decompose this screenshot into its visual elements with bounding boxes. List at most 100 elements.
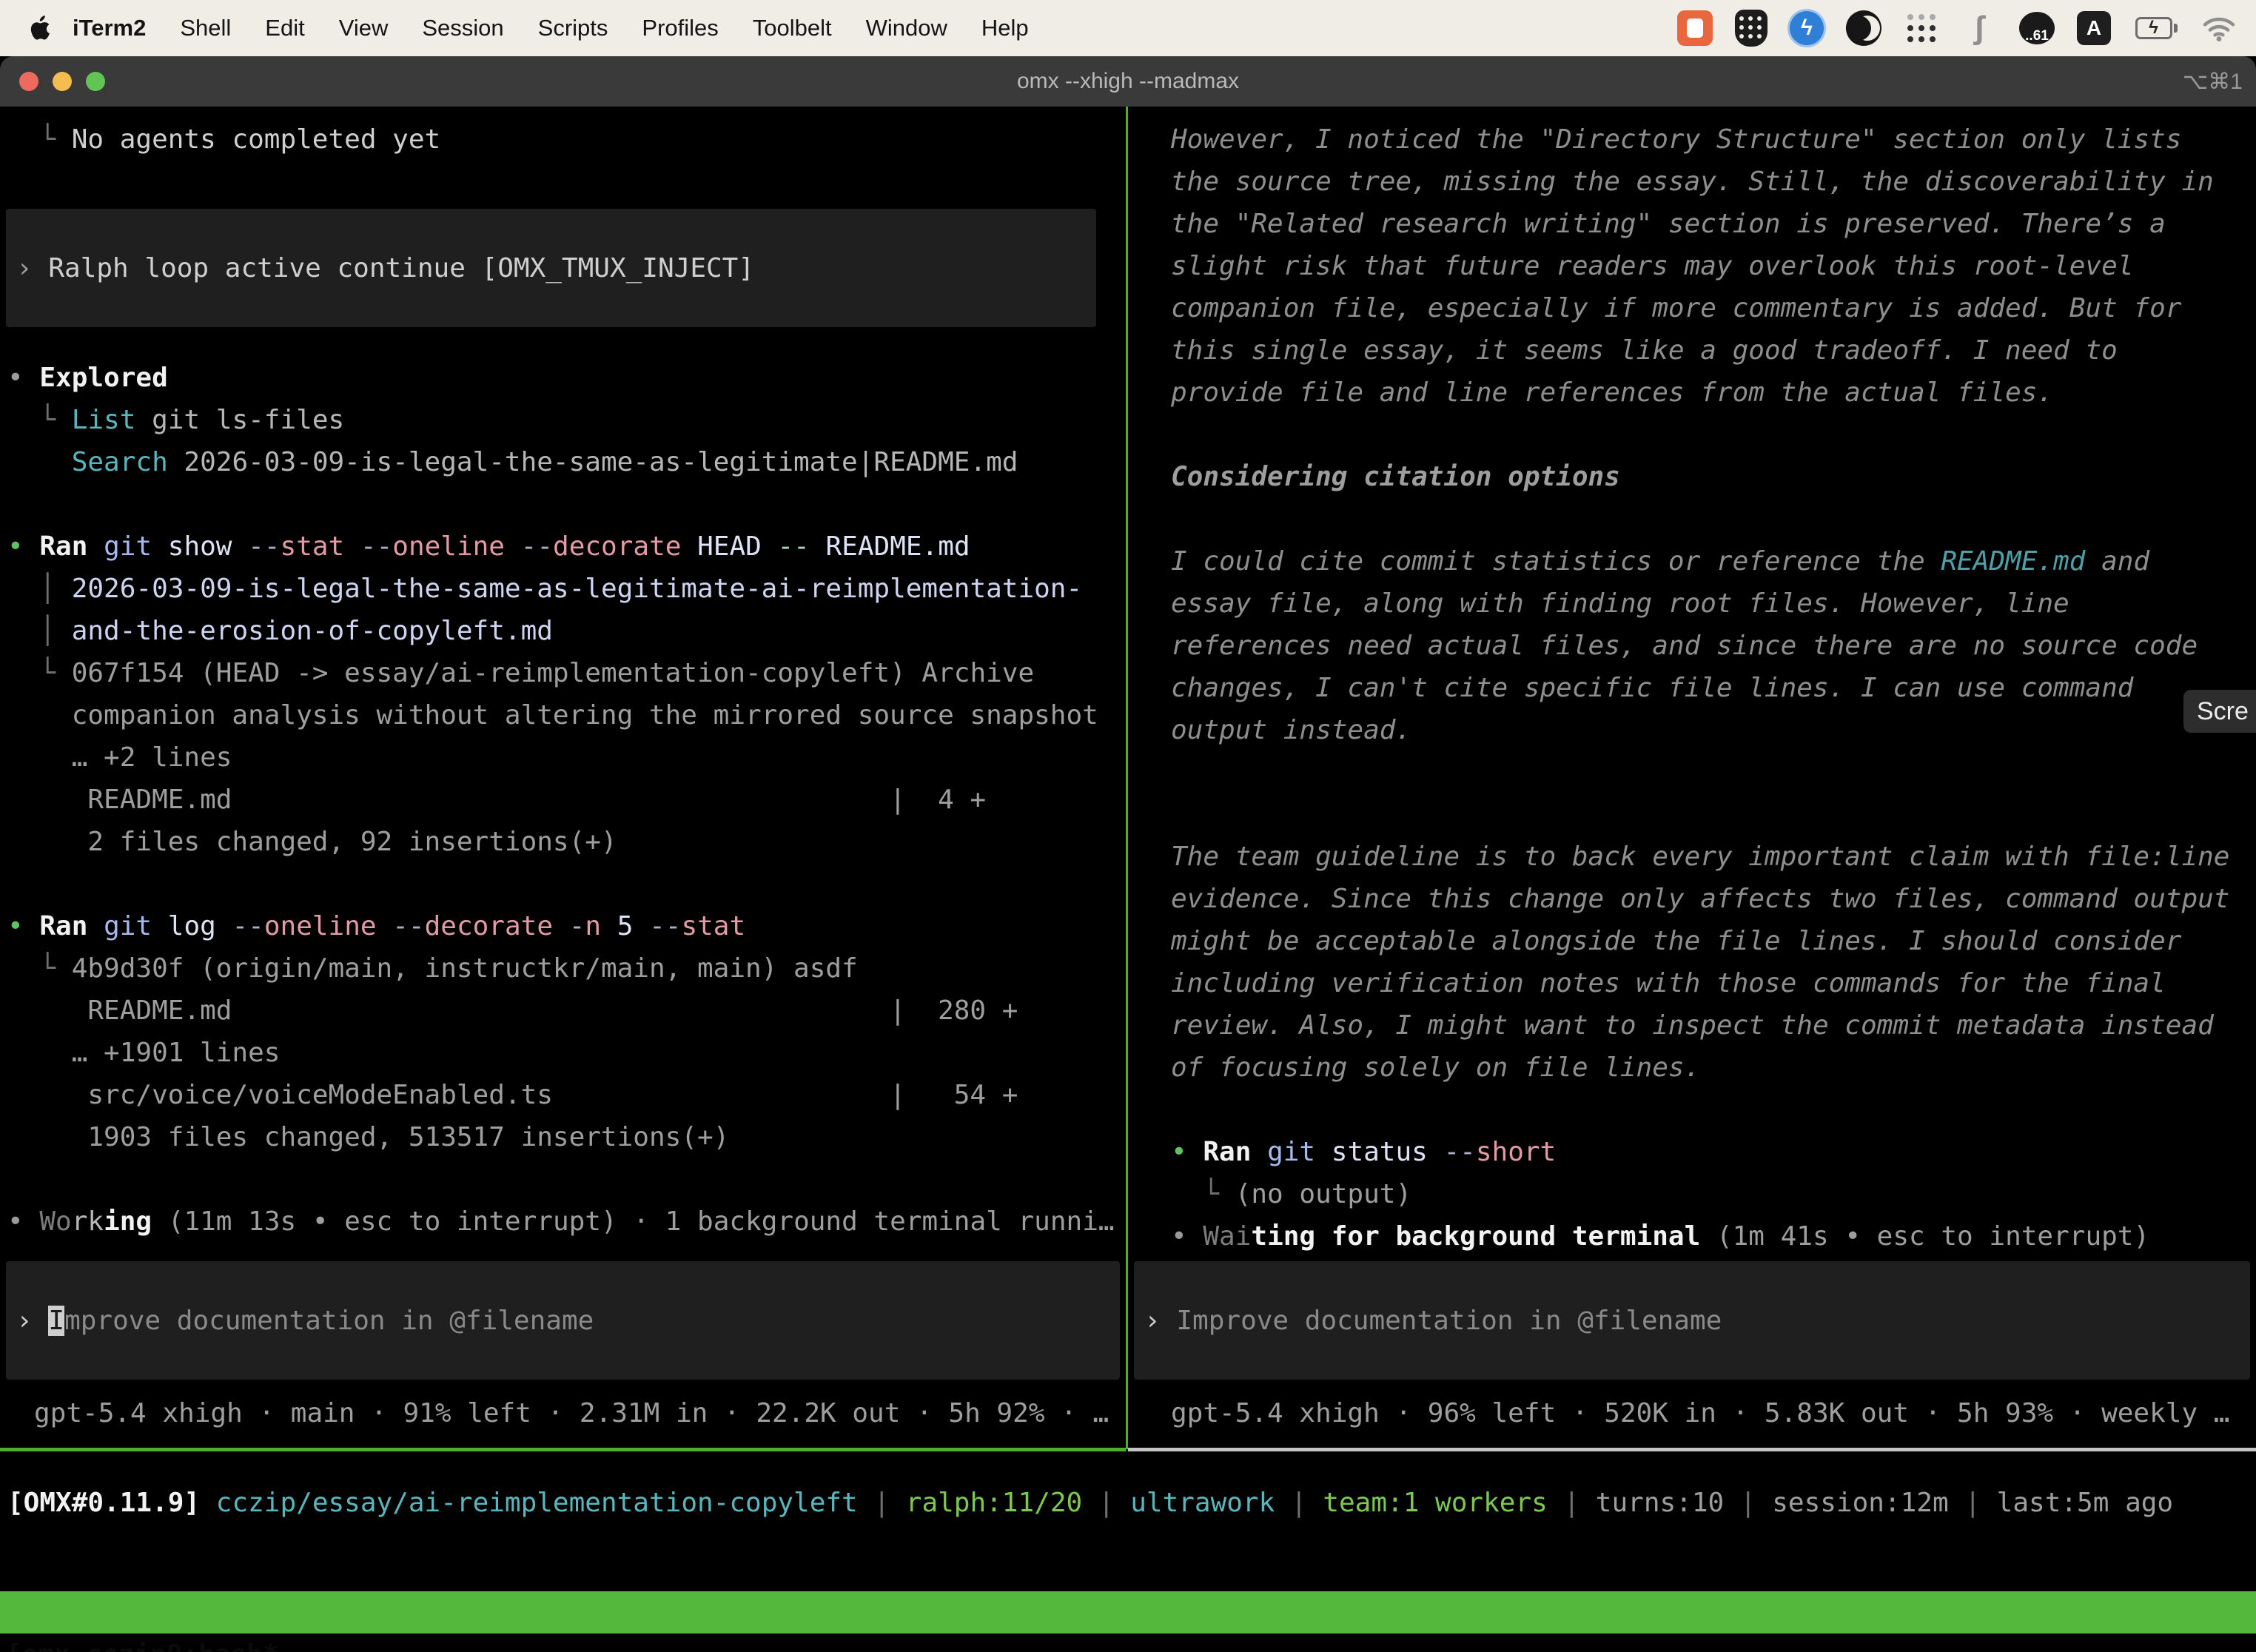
apple-menu-icon[interactable]	[30, 16, 50, 41]
text-segment: |	[858, 1488, 906, 1518]
terminal-line	[1171, 414, 2256, 456]
terminal-line: essay file, along with finding root file…	[1171, 582, 2256, 625]
text-segment: essay file, along with finding root file…	[1171, 588, 2069, 619]
terminal-line: Considering citation options	[1171, 456, 2256, 498]
text-segment: └	[7, 124, 72, 155]
screen-tooltip: Scre	[2183, 690, 2256, 733]
text-segment: slight risk that future readers may over…	[1171, 251, 2133, 281]
text-segment: … +2 lines	[7, 742, 232, 773]
text-segment: Wo	[39, 1206, 71, 1237]
terminal-line: └ No agents completed yet	[7, 118, 1126, 161]
text-segment: ›	[16, 253, 48, 283]
text-segment: oneline	[264, 911, 377, 941]
text-segment: src/voice/voiceModeEnabled.ts | 54 +	[7, 1080, 1018, 1110]
tmux-session-name: [omx-cczip0:bash*	[6, 1633, 278, 1652]
text-segment	[505, 531, 521, 562]
terminal-line	[7, 1158, 1126, 1201]
terminal-line: 2 files changed, 92 insertions(+)	[7, 821, 1126, 863]
terminal-line: README.md | 4 +	[7, 779, 1126, 821]
text-segment: •	[7, 531, 39, 562]
text-segment	[87, 531, 104, 562]
left-prompt-input[interactable]: › Improve documentation in @filename	[6, 1261, 1120, 1380]
right-prompt-input[interactable]: › Improve documentation in @filename	[1134, 1261, 2250, 1380]
prompt-space	[1161, 1306, 1177, 1336]
text-segment: •	[7, 911, 39, 941]
badge-61-icon[interactable]: ..61	[2019, 12, 2055, 44]
text-segment	[344, 531, 360, 562]
menu-window[interactable]: Window	[866, 15, 947, 41]
menu-scripts[interactable]: Scripts	[538, 15, 608, 41]
text-segment: git ls-files	[135, 405, 344, 435]
text-segment: last:5m ago	[1997, 1488, 2173, 1518]
text-segment: [OMX#0.11.9]	[7, 1488, 200, 1518]
text-segment: ralph:11/20	[906, 1488, 1082, 1518]
text-segment	[87, 911, 104, 941]
terminal-line: changes, I can't cite specific file line…	[1171, 667, 2256, 709]
text-segment: └	[7, 953, 72, 984]
a-key-icon[interactable]: A	[2077, 11, 2111, 45]
wifi-icon[interactable]	[2201, 10, 2237, 46]
terminal-line: However, I noticed the "Directory Struct…	[1171, 118, 2256, 161]
text-segment: show	[152, 531, 248, 562]
text-segment: Ralph loop active continue [OMX_TMUX_INJ…	[48, 253, 754, 283]
text-segment: 4b9d30f (origin/main, instructkr/main, m…	[72, 953, 858, 984]
menu-help[interactable]: Help	[981, 15, 1029, 41]
text-segment: Considering citation options	[1171, 462, 1620, 492]
terminal-line	[7, 483, 1126, 526]
bolt-icon[interactable]: ϟ	[1790, 11, 1824, 45]
text-segment: ting for background terminal	[1251, 1221, 1700, 1252]
text-segment: git	[104, 531, 152, 562]
moon-icon[interactable]	[1846, 10, 1881, 46]
battery-charging-icon[interactable]: ϟ	[2133, 10, 2179, 46]
text-segment: 2 files changed, 92 insertions(+)	[7, 827, 617, 857]
text-segment: changes, I can't cite specific file line…	[1171, 673, 2133, 703]
terminal-line: │ and-the-erosion-of-copyleft.md	[7, 610, 1126, 652]
text-segment: log	[152, 911, 232, 941]
shield-grid-icon[interactable]	[1735, 10, 1767, 47]
text-segment: --	[232, 911, 263, 941]
pane-divider[interactable]	[1126, 107, 1128, 1449]
text-segment: ultrawork	[1130, 1488, 1275, 1518]
squiggle-icon[interactable]: ʃ	[1961, 10, 1997, 46]
text-segment: companion file, especially if more comme…	[1171, 293, 2181, 323]
menu-shell[interactable]: Shell	[180, 15, 231, 41]
terminal-line: companion analysis without altering the …	[7, 694, 1126, 736]
window-title-bar: omx --xhigh --madmax ⌥⌘1	[0, 56, 2256, 107]
menu-session[interactable]: Session	[422, 15, 503, 41]
text-segment: I could cite commit statistics or refere…	[1171, 546, 1941, 577]
text-segment: README.md | 280 +	[7, 995, 1018, 1026]
omx-session-status-bar: [OMX#0.11.9] cczip/essay/ai-reimplementa…	[7, 1482, 2173, 1524]
text-segment: (11m 13s • esc to interrupt) · 1 backgro…	[152, 1206, 1114, 1237]
text-segment: and-the-erosion-of-copyleft.md	[72, 616, 553, 646]
menu-view[interactable]: View	[339, 15, 389, 41]
terminal-line	[1171, 1089, 2256, 1131]
apple-logo	[30, 16, 50, 41]
terminal-line: references need actual files, and since …	[1171, 625, 2256, 667]
terminal-line: README.md | 280 +	[7, 990, 1126, 1032]
text-segment: might be acceptable alongside the file l…	[1171, 926, 2181, 956]
menu-profiles[interactable]: Profiles	[642, 15, 718, 41]
menu-toolbelt[interactable]: Toolbelt	[753, 15, 832, 41]
terminal-line: • Working (11m 13s • esc to interrupt) ·…	[7, 1201, 1126, 1243]
text-segment: No agents completed yet	[72, 124, 441, 155]
terminal-line: Search 2026-03-09-is-legal-the-same-as-l…	[7, 441, 1126, 483]
text-segment: Wai	[1203, 1221, 1251, 1252]
text-segment: provide file and line references from th…	[1171, 377, 2053, 408]
chat-icon[interactable]	[1677, 10, 1713, 46]
prompt-space	[33, 1306, 49, 1336]
dots-grid-icon[interactable]	[1904, 10, 1939, 46]
menu-edit[interactable]: Edit	[265, 15, 304, 41]
text-segment: └	[1171, 1179, 1235, 1209]
terminal-line: I could cite commit statistics or refere…	[1171, 540, 2256, 582]
text-segment: |	[1724, 1488, 1772, 1518]
terminal-line: slight risk that future readers may over…	[1171, 245, 2256, 287]
terminal-line: output instead.	[1171, 709, 2256, 751]
screen: iTerm2 Shell Edit View Session Scripts Profile…	[0, 0, 2256, 1652]
left-pane-output: └ No agents completed yet › Ralph loop ac…	[0, 107, 1126, 1243]
text-segment: |	[1548, 1488, 1596, 1518]
text-segment: including verification notes with those …	[1171, 968, 2166, 998]
window-title: omx --xhigh --madmax	[0, 69, 2256, 94]
left-pane-border	[0, 1448, 1126, 1451]
text-segment: … +1901 lines	[7, 1038, 280, 1068]
menu-iterm2[interactable]: iTerm2	[73, 15, 146, 41]
